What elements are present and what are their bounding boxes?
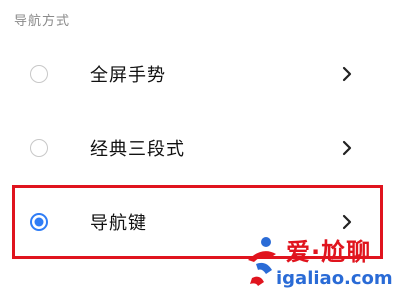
- watermark: 爱·尬聊 igaliao.com: [240, 228, 400, 300]
- section-title: 导航方式: [14, 14, 71, 29]
- chevron-right-icon: [342, 140, 352, 156]
- radio-checked-icon[interactable]: [30, 213, 48, 231]
- option-label: 导航键: [90, 213, 147, 234]
- option-fullscreen-gestures[interactable]: 全屏手势: [0, 44, 400, 104]
- watermark-url: igaliao.com: [276, 268, 393, 289]
- radio-unchecked-icon[interactable]: [30, 65, 48, 83]
- option-label: 全屏手势: [90, 65, 166, 86]
- option-label: 经典三段式: [90, 139, 185, 160]
- option-classic-three-button[interactable]: 经典三段式: [0, 118, 400, 178]
- radio-unchecked-icon[interactable]: [30, 139, 48, 157]
- watermark-brand: 爱·尬聊: [286, 238, 372, 266]
- chevron-right-icon: [342, 66, 352, 82]
